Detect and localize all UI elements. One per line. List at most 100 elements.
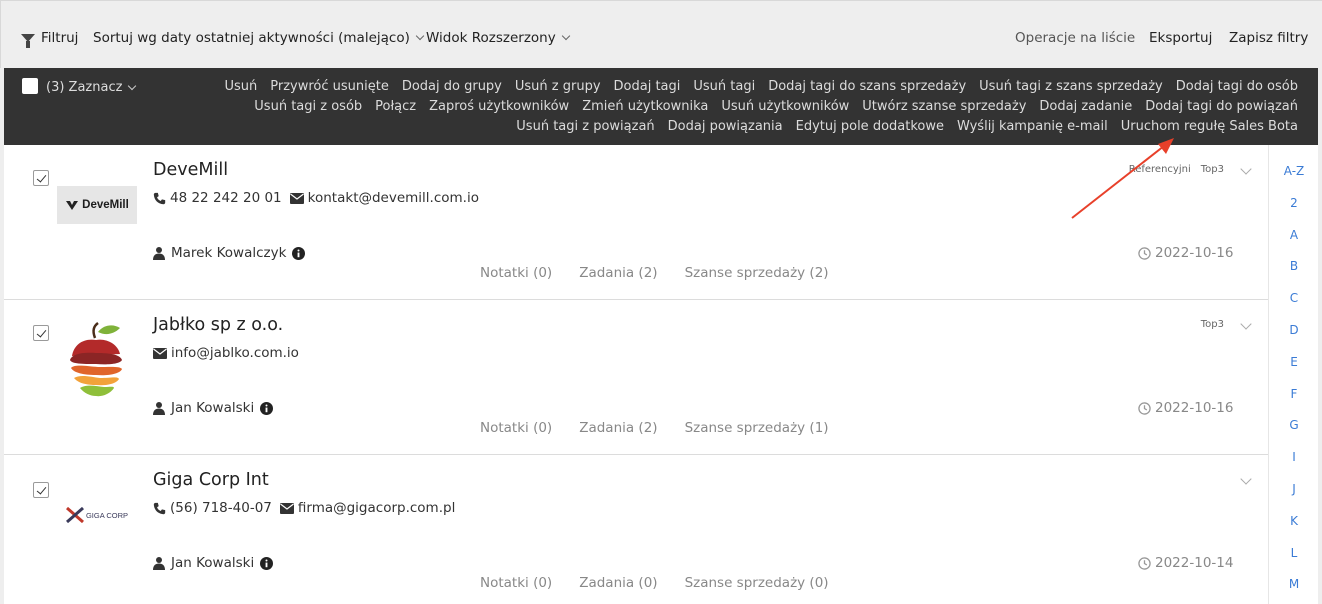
- bulk-action-item[interactable]: Zaproś użytkowników: [429, 99, 569, 114]
- notes-link[interactable]: Notatki (0): [480, 420, 552, 436]
- bulk-action-item[interactable]: Dodaj tagi do powiązań: [1145, 99, 1298, 114]
- phone-contact[interactable]: 48 22 242 20 01: [153, 190, 282, 206]
- bulk-action-item[interactable]: Dodaj do grupy: [402, 79, 502, 94]
- email-contact[interactable]: firma@gigacorp.com.pl: [279, 500, 455, 516]
- alphabet-index: A-Z 2 A B C D E F G I J K L M: [1268, 145, 1318, 604]
- sort-dropdown[interactable]: Sortuj wg daty ostatniej aktywności (mal…: [93, 30, 425, 46]
- clock-icon: [1138, 401, 1151, 415]
- info-icon[interactable]: [292, 246, 306, 260]
- bulk-action-item[interactable]: Usuń użytkowników: [721, 99, 849, 114]
- bulk-action-item[interactable]: Usuń tagi z szans sprzedaży: [979, 79, 1163, 94]
- bulk-action-item[interactable]: Usuń tagi z osób: [254, 99, 362, 114]
- action-row-1: Usuń Przywróć usunięte Dodaj do grupy Usuń …: [224, 79, 1298, 94]
- bulk-action-item[interactable]: Usuń: [224, 79, 257, 94]
- user-icon: [153, 557, 165, 570]
- company-name[interactable]: DeveMill: [153, 160, 228, 180]
- last-activity-date: 2022-10-16: [1138, 245, 1233, 261]
- user-icon: [153, 247, 165, 260]
- bulk-action-item[interactable]: Przywróć usunięte: [270, 79, 389, 94]
- bulk-action-item[interactable]: Usuń tagi z powiązań: [516, 119, 654, 134]
- tasks-link[interactable]: Zadania (2): [579, 420, 657, 436]
- company-logo: DeveMill: [57, 165, 137, 245]
- alphabet-letter[interactable]: B: [1269, 259, 1319, 273]
- view-label: Widok Rozszerzony: [426, 30, 556, 46]
- company-name[interactable]: Jabłko sp z o.o.: [153, 315, 283, 335]
- action-row-2: Usuń tagi z osób Połącz Zaproś użytkownikó…: [254, 99, 1298, 114]
- alphabet-letter[interactable]: K: [1269, 514, 1319, 528]
- owner-name: Jan Kowalski: [171, 400, 255, 416]
- list-operations-link[interactable]: Operacje na liście: [1015, 30, 1135, 46]
- alphabet-letter[interactable]: 2: [1269, 196, 1319, 210]
- company-card: GIGA CORP Giga Corp Int (56) 718-40-07 f…: [4, 455, 1268, 604]
- clock-icon: [1138, 556, 1151, 570]
- deals-link[interactable]: Szanse sprzedaży (2): [685, 265, 829, 281]
- bulk-action-item[interactable]: Usuń z grupy: [515, 79, 601, 94]
- bulk-action-item[interactable]: Dodaj powiązania: [668, 119, 783, 134]
- filter-button[interactable]: Filtruj: [21, 30, 78, 48]
- select-label: (3) Zaznacz: [46, 80, 123, 95]
- tasks-link[interactable]: Zadania (2): [579, 265, 657, 281]
- owner: Marek Kowalczyk: [153, 245, 306, 261]
- owner: Jan Kowalski: [153, 400, 274, 416]
- alphabet-letter[interactable]: J: [1269, 482, 1319, 496]
- owner: Jan Kowalski: [153, 555, 274, 571]
- bulk-action-item[interactable]: Zmień użytkownika: [582, 99, 708, 114]
- bulk-action-item[interactable]: Edytuj pole dodatkowe: [796, 119, 944, 134]
- alphabet-letter[interactable]: E: [1269, 355, 1319, 369]
- tag-list: Top3: [1201, 319, 1224, 330]
- select-all-checkbox[interactable]: [22, 78, 38, 94]
- bulk-action-item[interactable]: Dodaj tagi do szans sprzedaży: [768, 79, 966, 94]
- alphabet-letter[interactable]: C: [1269, 291, 1319, 305]
- export-link[interactable]: Eksportuj: [1149, 30, 1212, 46]
- info-icon[interactable]: [260, 401, 274, 415]
- company-card: Jabłko sp z o.o. info@jablko.com.io Jan …: [4, 300, 1268, 455]
- phone-number: (56) 718-40-07: [170, 500, 272, 516]
- email-contact[interactable]: kontakt@devemill.com.io: [289, 190, 479, 206]
- chevron-down-icon: [561, 31, 570, 41]
- company-name[interactable]: Giga Corp Int: [153, 470, 269, 490]
- owner-name: Jan Kowalski: [171, 555, 255, 571]
- bulk-action-item[interactable]: Usuń tagi: [693, 79, 755, 94]
- tag[interactable]: Top3: [1201, 319, 1224, 330]
- expand-chevron-icon[interactable]: [1240, 473, 1252, 485]
- tag[interactable]: Top3: [1201, 164, 1224, 175]
- expand-chevron-icon[interactable]: [1240, 163, 1252, 175]
- alphabet-letter[interactable]: A: [1269, 228, 1319, 242]
- sort-label: Sortuj wg daty ostatniej aktywności (mal…: [93, 30, 410, 46]
- tasks-link[interactable]: Zadania (0): [579, 575, 657, 591]
- alphabet-letter[interactable]: L: [1269, 546, 1319, 560]
- date-text: 2022-10-16: [1155, 400, 1234, 416]
- select-dropdown[interactable]: (3) Zaznacz: [46, 80, 137, 95]
- deals-link[interactable]: Szanse sprzedaży (0): [685, 575, 829, 591]
- save-filters-link[interactable]: Zapisz filtry: [1229, 30, 1308, 46]
- notes-link[interactable]: Notatki (0): [480, 265, 552, 281]
- row-checkbox[interactable]: [33, 170, 49, 186]
- envelope-icon: [279, 502, 294, 514]
- alphabet-letter[interactable]: A-Z: [1269, 164, 1319, 178]
- notes-link[interactable]: Notatki (0): [480, 575, 552, 591]
- phone-icon: [153, 192, 166, 204]
- date-text: 2022-10-14: [1155, 555, 1234, 571]
- deals-link[interactable]: Szanse sprzedaży (1): [685, 420, 829, 436]
- bulk-action-item[interactable]: Połącz: [375, 99, 416, 114]
- bulk-action-item[interactable]: Dodaj tagi do osób: [1176, 79, 1298, 94]
- alphabet-letter[interactable]: D: [1269, 323, 1319, 337]
- alphabet-letter[interactable]: G: [1269, 418, 1319, 432]
- alphabet-letter[interactable]: I: [1269, 450, 1319, 464]
- phone-contact[interactable]: (56) 718-40-07: [153, 500, 272, 516]
- row-checkbox[interactable]: [33, 325, 49, 341]
- bulk-action-item[interactable]: Dodaj tagi: [614, 79, 681, 94]
- view-dropdown[interactable]: Widok Rozszerzony: [426, 30, 570, 46]
- row-checkbox[interactable]: [33, 482, 49, 498]
- info-icon[interactable]: [260, 556, 274, 570]
- email-contact[interactable]: info@jablko.com.io: [153, 345, 299, 361]
- alphabet-letter[interactable]: M: [1269, 577, 1319, 591]
- alphabet-letter[interactable]: F: [1269, 387, 1319, 401]
- expand-chevron-icon[interactable]: [1240, 318, 1252, 330]
- activity-counters: Notatki (0) Zadania (2) Szanse sprzedaży…: [480, 420, 829, 436]
- bulk-action-item[interactable]: Utwórz szanse sprzedaży: [862, 99, 1026, 114]
- bulk-action-item[interactable]: Dodaj zadanie: [1039, 99, 1132, 114]
- logo-text: GIGA CORP: [85, 510, 129, 520]
- filter-icon: [21, 34, 35, 48]
- phone-icon: [153, 502, 166, 514]
